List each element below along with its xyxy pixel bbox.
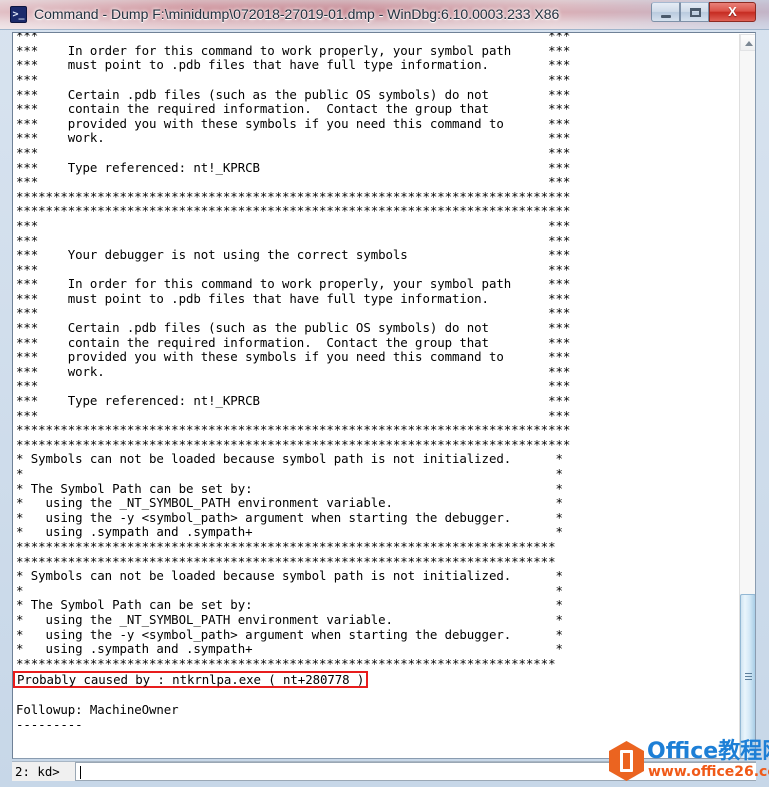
debugger-output-pane[interactable]: *** ****** Your debugger is not using th… — [12, 32, 756, 759]
output-line: * using .sympath and .sympath+ * — [16, 641, 563, 657]
output-line: * using the _NT_SYMBOL_PATH environment … — [16, 495, 563, 511]
scroll-up-icon — [745, 41, 753, 46]
output-line: *** *** — [16, 378, 571, 394]
scrollbar-thumb[interactable] — [740, 594, 755, 758]
output-line: *** In order for this command to work pr… — [16, 276, 571, 292]
maximize-button[interactable] — [680, 2, 709, 22]
maximize-icon — [690, 8, 701, 17]
output-line: ****************************************… — [16, 422, 571, 438]
minimize-button[interactable] — [651, 2, 680, 22]
prompt-label: 2: kd> — [15, 764, 60, 779]
output-line: *** Certain .pdb files (such as the publ… — [16, 320, 571, 336]
probable-cause-highlight: Probably caused by : ntkrnlpa.exe ( nt+2… — [13, 671, 369, 689]
output-line: *** In order for this command to work pr… — [16, 42, 571, 58]
output-line: * Symbols can not be loaded because symb… — [16, 451, 563, 467]
output-line: *** *** — [16, 261, 571, 277]
command-prompt-icon: >_ — [10, 6, 27, 23]
output-line: *** *** — [16, 217, 571, 233]
output-line: *** Type referenced: nt!_KPRCB *** — [16, 159, 571, 175]
output-line: ****************************************… — [16, 553, 556, 569]
output-line: *** *** — [16, 71, 571, 87]
output-line: *** *** — [16, 232, 571, 248]
output-line: * * — [16, 466, 563, 481]
output-line: *** provided you with these symbols if y… — [16, 115, 571, 131]
output-line: ****************************************… — [16, 655, 556, 671]
command-input[interactable] — [75, 762, 756, 781]
window-title: Command - Dump F:\minidump\072018-27019-… — [34, 6, 560, 22]
close-button[interactable]: X — [709, 2, 756, 22]
output-line: ****************************************… — [16, 203, 571, 219]
output-line: *** *** — [16, 144, 571, 160]
output-line: *** *** — [16, 407, 571, 423]
command-prompt-bar: 2: kd> — [12, 761, 756, 781]
output-line: * using .sympath and .sympath+ * — [16, 524, 563, 540]
text-caret — [80, 766, 81, 779]
output-line: --------- — [16, 716, 83, 732]
close-icon: X — [728, 4, 737, 19]
output-line: * Symbols can not be loaded because symb… — [16, 568, 563, 584]
minimize-icon — [661, 15, 671, 18]
output-line: * using the _NT_SYMBOL_PATH environment … — [16, 611, 563, 627]
output-line: * using the -y <symbol_path> argument wh… — [16, 509, 563, 525]
title-bar[interactable]: >_ Command - Dump F:\minidump\072018-270… — [0, 0, 769, 30]
output-line: *** contain the required information. Co… — [16, 334, 571, 350]
output-line: Followup: MachineOwner — [16, 701, 179, 717]
output-line: ****************************************… — [16, 538, 556, 554]
output-line: ****************************************… — [16, 188, 571, 204]
scrollbar-grip-icon — [745, 673, 752, 680]
debugger-output-text: *** ****** Your debugger is not using th… — [13, 32, 731, 732]
output-line: *** Your debugger is not using the corre… — [16, 247, 571, 263]
output-line: * using the -y <symbol_path> argument wh… — [16, 626, 563, 642]
output-line: *** Certain .pdb files (such as the publ… — [16, 86, 571, 102]
output-line: *** must point to .pdb files that have f… — [16, 290, 571, 306]
client-area: *** ****** Your debugger is not using th… — [4, 30, 765, 783]
output-line: *** *** — [16, 174, 571, 190]
output-line: ****************************************… — [16, 436, 571, 452]
windbg-window: >_ Command - Dump F:\minidump\072018-270… — [0, 0, 769, 787]
output-line: * The Symbol Path can be set by: * — [16, 597, 563, 613]
output-line: *** provided you with these symbols if y… — [16, 349, 571, 365]
output-line: *** *** — [16, 305, 571, 321]
output-line: *** work. *** — [16, 130, 571, 146]
highlighted-output-line: Probably caused by : ntkrnlpa.exe ( nt+2… — [13, 671, 731, 689]
output-line: *** *** — [16, 32, 571, 44]
output-line: * * — [16, 582, 563, 598]
output-line: *** work. *** — [16, 363, 571, 379]
scrollbar-track[interactable] — [740, 51, 755, 758]
vertical-scrollbar[interactable] — [739, 34, 755, 758]
output-line: *** must point to .pdb files that have f… — [16, 57, 571, 73]
output-line: * The Symbol Path can be set by: * — [16, 480, 563, 496]
scroll-up-button[interactable] — [740, 34, 755, 51]
output-line: *** Type referenced: nt!_KPRCB *** — [16, 393, 571, 409]
output-line: *** contain the required information. Co… — [16, 101, 571, 117]
